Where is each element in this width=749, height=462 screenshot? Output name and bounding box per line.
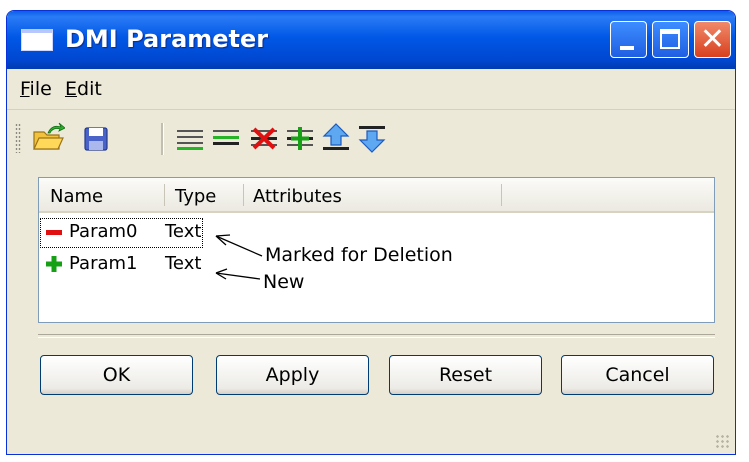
list-header: Name Type Attributes	[39, 178, 714, 213]
apply-button[interactable]: Apply	[216, 355, 369, 395]
param-type: Text	[165, 221, 202, 242]
column-divider[interactable]	[164, 184, 165, 206]
save-icon[interactable]	[79, 121, 113, 155]
window-title: DMI Parameter	[65, 25, 269, 53]
line-icon[interactable]	[209, 121, 243, 155]
window-icon	[21, 29, 53, 51]
column-divider[interactable]	[501, 184, 502, 206]
toolbar-grip[interactable]	[15, 123, 21, 153]
minimize-button[interactable]	[610, 21, 647, 58]
column-header-name[interactable]: Name	[50, 186, 103, 207]
minimize-icon	[620, 46, 634, 50]
move-up-icon[interactable]	[319, 121, 353, 155]
column-header-type[interactable]: Type	[175, 186, 216, 207]
menu-edit[interactable]: Edit	[65, 78, 102, 100]
reset-button[interactable]: Reset	[389, 355, 542, 395]
column-divider[interactable]	[243, 184, 244, 206]
close-icon: ✕	[699, 22, 726, 57]
new-marker-icon	[46, 256, 62, 272]
move-down-icon[interactable]	[355, 121, 389, 155]
insert-line-icon[interactable]	[283, 121, 317, 155]
delete-line-icon[interactable]	[247, 121, 281, 155]
toolbar-separator	[161, 123, 164, 155]
toolbar	[7, 111, 735, 165]
annotation-deleted: Marked for Deletion	[265, 244, 453, 266]
dmi-parameter-dialog: DMI Parameter ✕ File Edit Name Type Attr…	[6, 10, 736, 455]
menu-bar: File Edit	[7, 69, 735, 110]
menu-file[interactable]: File	[20, 78, 52, 100]
param-name: Param1	[69, 253, 138, 274]
cancel-button[interactable]: Cancel	[561, 355, 714, 395]
deleted-marker-icon	[46, 230, 62, 235]
title-bar[interactable]: DMI Parameter ✕	[7, 11, 735, 69]
resize-grip[interactable]	[715, 434, 731, 450]
param-name: Param0	[69, 221, 138, 242]
ok-button[interactable]: OK	[40, 355, 193, 395]
maximize-icon	[660, 29, 680, 49]
column-header-attributes[interactable]: Attributes	[253, 186, 342, 207]
maximize-button[interactable]	[652, 21, 689, 58]
close-button[interactable]: ✕	[694, 21, 731, 58]
annotation-new: New	[263, 271, 305, 293]
param-type: Text	[165, 253, 202, 274]
open-folder-icon[interactable]	[31, 121, 65, 155]
add-line-icon[interactable]	[173, 121, 207, 155]
divider	[38, 334, 715, 338]
